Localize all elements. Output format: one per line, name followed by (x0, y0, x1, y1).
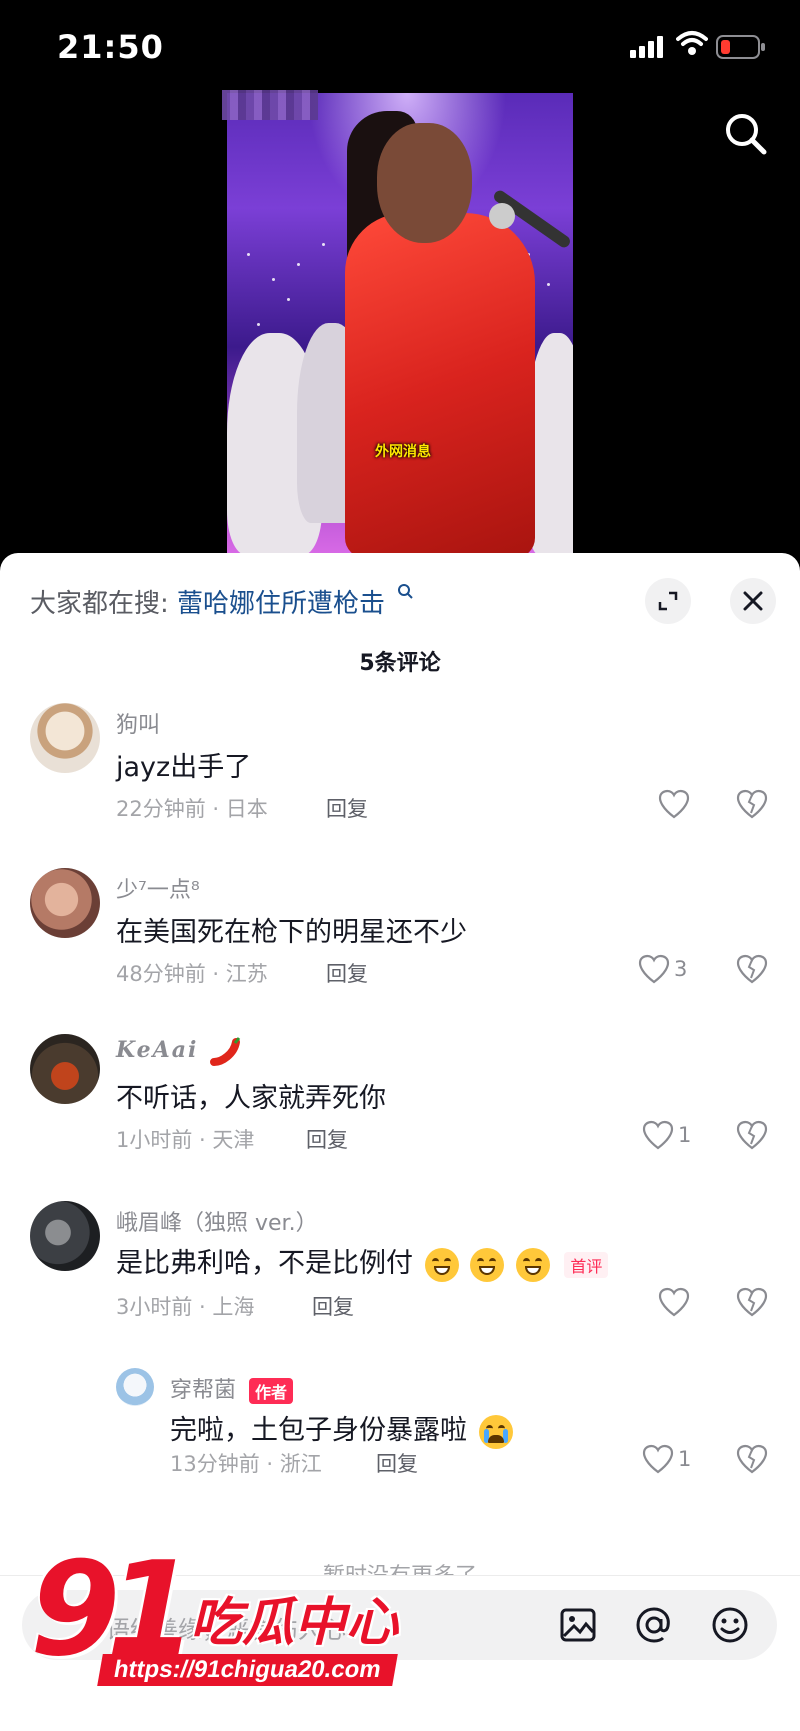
comment-text-row: 是比弗利哈，不是比例付 首评 (116, 1241, 609, 1282)
comment-count: 5条评论 (359, 651, 441, 676)
grin-emoji-icon (515, 1247, 550, 1282)
like-button[interactable] (658, 789, 694, 819)
comment-meta: 22分钟前 · 日本 (116, 797, 268, 821)
comment-meta: 48分钟前 · 江苏 (116, 962, 268, 986)
suggest-query-link[interactable]: 蕾哈娜住所遭枪击 (177, 589, 385, 619)
like-count: 3 (674, 957, 688, 981)
comment-text: 是比弗利哈，不是比例付 (116, 1248, 413, 1279)
author-badge: 作者 (249, 1378, 294, 1404)
grin-emoji-icon (424, 1247, 459, 1282)
comment-meta: 1小时前 · 天津 (116, 1128, 255, 1152)
avatar[interactable] (116, 1368, 154, 1406)
like-count: 1 (678, 1447, 692, 1471)
video-frame[interactable]: 外网消息 (227, 93, 573, 555)
watermark-brand: 吃瓜中心 (190, 1593, 399, 1653)
like-count: 1 (678, 1123, 692, 1147)
reply-button[interactable]: 回复 (312, 1291, 354, 1321)
comment-meta: 3小时前 · 上海 (116, 1295, 255, 1319)
expand-button[interactable] (645, 578, 691, 624)
comment-text: 在美国死在枪下的明星还不少 (116, 917, 467, 948)
heart-icon (658, 789, 690, 819)
avatar[interactable] (30, 1201, 100, 1271)
crying-emoji-icon (478, 1414, 513, 1449)
emoji-icon[interactable] (710, 1605, 750, 1645)
close-icon (743, 591, 763, 611)
like-button[interactable] (658, 1287, 694, 1317)
comment-username-text: KeAai (116, 1037, 199, 1063)
at-icon[interactable] (634, 1605, 674, 1645)
watermark-url: https://91chigua20.com (97, 1654, 398, 1686)
singer (345, 213, 535, 555)
search-suggestion[interactable]: 大家都在搜: 蕾哈娜住所遭枪击 (30, 583, 414, 620)
expand-icon (658, 591, 678, 611)
heart-icon (638, 954, 670, 984)
like-button[interactable]: 3 (638, 954, 687, 984)
broken-heart-icon[interactable] (736, 954, 768, 984)
image-icon[interactable] (558, 1605, 598, 1645)
reply-button[interactable]: 回复 (326, 793, 368, 823)
comment-username[interactable]: 峨眉峰（独照 ver.） (116, 1205, 318, 1237)
search-icon[interactable] (722, 110, 770, 158)
reply-button[interactable]: 回复 (326, 958, 368, 988)
chili-pepper-icon (210, 1037, 241, 1066)
search-icon (398, 584, 414, 599)
avatar[interactable] (30, 1034, 100, 1104)
avatar[interactable] (30, 703, 100, 773)
comment-text: 不听话，人家就弄死你 (116, 1083, 386, 1114)
heart-icon (642, 1444, 674, 1474)
heart-icon (658, 1287, 690, 1317)
heart-icon (642, 1120, 674, 1150)
grin-emoji-icon (470, 1247, 505, 1282)
reply-text: 完啦，土包子身份暴露啦 (170, 1415, 467, 1446)
reply-meta: 13分钟前 · 浙江 (170, 1452, 322, 1476)
microphone-head (489, 203, 515, 229)
comment-text: jayz出手了 (116, 752, 252, 783)
like-button[interactable]: 1 (642, 1120, 691, 1150)
broken-heart-icon[interactable] (736, 1120, 768, 1150)
singer-head (377, 123, 472, 243)
avatar[interactable] (30, 868, 100, 938)
site-watermark: 91 吃瓜中心 https://91chigua20.com (30, 1544, 410, 1710)
mosaic-blur (222, 90, 318, 120)
broken-heart-icon[interactable] (736, 1287, 768, 1317)
video-player[interactable]: 外网消息 (0, 0, 800, 555)
video-caption: 外网消息 (375, 444, 431, 460)
broken-heart-icon[interactable] (736, 789, 768, 819)
reply-button[interactable]: 回复 (376, 1448, 418, 1478)
reply-text-row: 完啦，土包子身份暴露啦 (170, 1408, 513, 1449)
close-button[interactable] (730, 578, 776, 624)
like-button[interactable]: 1 (642, 1444, 691, 1474)
comment-username[interactable]: 少⁷一点⁸ (116, 872, 200, 904)
reply-button[interactable]: 回复 (306, 1124, 348, 1154)
comment-username[interactable]: KeAai (116, 1036, 242, 1066)
broken-heart-icon[interactable] (736, 1444, 768, 1474)
comment-username[interactable]: 狗叫 (116, 707, 160, 739)
suggest-prefix: 大家都在搜: (30, 589, 169, 619)
reply-username-row: 穿帮菌 作者 (170, 1372, 294, 1404)
reply-username[interactable]: 穿帮菌 (170, 1378, 236, 1403)
first-comment-badge: 首评 (564, 1251, 609, 1278)
